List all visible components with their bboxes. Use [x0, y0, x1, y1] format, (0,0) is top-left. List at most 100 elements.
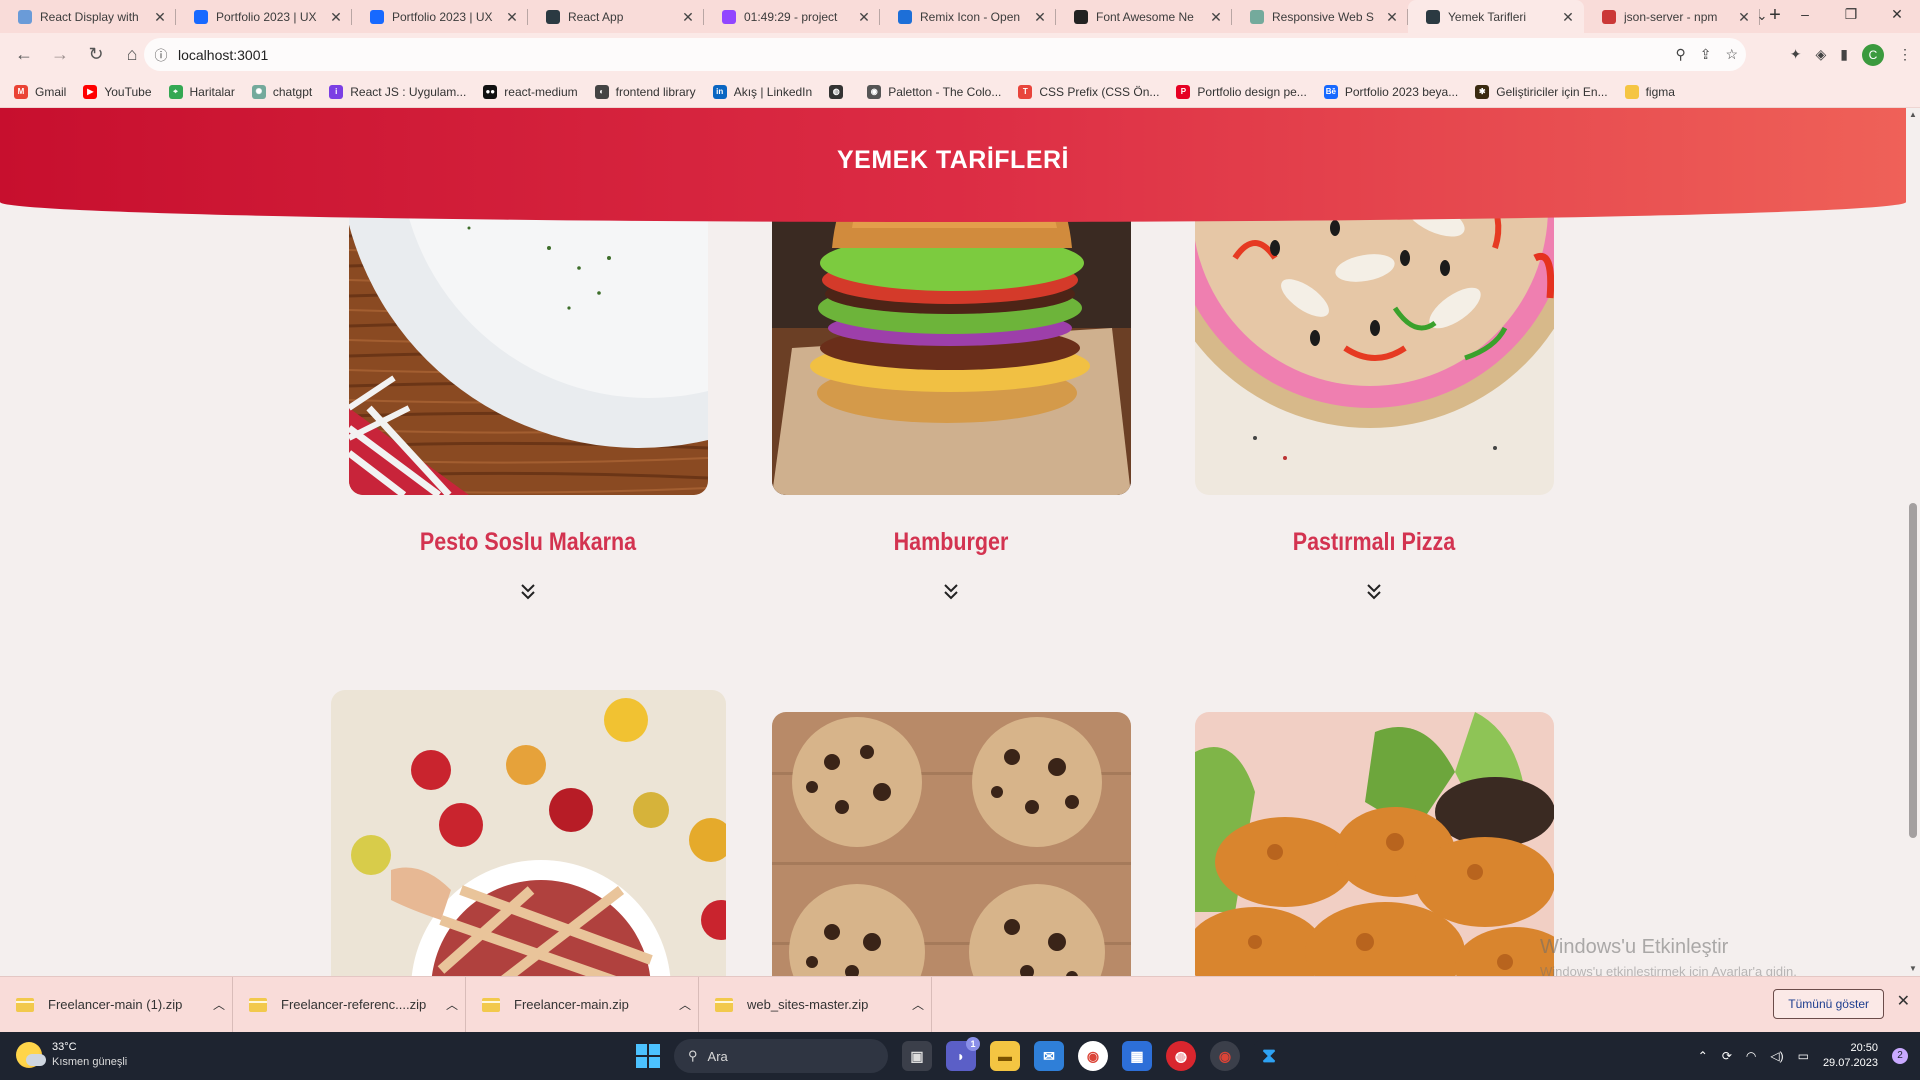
close-tab-icon[interactable]: ✕ [856, 9, 872, 25]
site-info-icon[interactable]: ⓘ [144, 45, 178, 64]
file-explorer-icon[interactable]: ▬ [990, 1041, 1020, 1071]
forward-arrow-icon[interactable]: → [44, 39, 76, 71]
recipe-image-cookies[interactable] [772, 712, 1131, 976]
notification-badge[interactable]: 2 [1892, 1048, 1908, 1064]
close-tab-icon[interactable]: ✕ [680, 9, 696, 25]
chevron-up-icon[interactable]: ︿ [905, 996, 931, 1013]
recipe-title-hamburger[interactable]: Hamburger [796, 528, 1106, 557]
bookmark-item[interactable]: ⌖ Haritalar [168, 84, 235, 99]
browser-tab[interactable]: Portfolio 2023 | UX ✕ [176, 0, 352, 33]
zoom-icon[interactable]: ⚲ [1675, 46, 1685, 63]
bookmark-item[interactable]: ●● react-medium [483, 84, 578, 99]
close-window-icon[interactable]: ✕ [1874, 0, 1920, 30]
extensions-icon[interactable]: ✦ [1790, 46, 1802, 63]
bookmark-item[interactable]: T CSS Prefix (CSS Ön... [1018, 84, 1159, 99]
bookmark-favicon-icon: ◐ [594, 84, 609, 99]
recipe-title-pizza[interactable]: Pastırmalı Pizza [1219, 528, 1529, 557]
recipe-title-pesto[interactable]: Pesto Soslu Makarna [373, 528, 683, 557]
close-tab-icon[interactable]: ✕ [1384, 9, 1400, 25]
task-view-icon[interactable]: ▣ [902, 1041, 932, 1071]
chrome-icon[interactable]: ◉ [1078, 1041, 1108, 1071]
bookmark-item[interactable]: ✱ Geliştiriciler için En... [1475, 84, 1608, 99]
weather-widget[interactable]: 33°C Kısmen güneşli [16, 1040, 127, 1070]
close-tab-icon[interactable]: ✕ [152, 9, 168, 25]
close-downloads-icon[interactable]: ✕ [1897, 991, 1910, 1011]
bookmark-item[interactable]: P Portfolio design pe... [1176, 84, 1307, 99]
browser-tab[interactable]: Font Awesome Ne ✕ [1056, 0, 1232, 33]
bookmark-favicon-icon: Bē [1323, 84, 1338, 99]
back-arrow-icon[interactable]: ← [8, 39, 40, 71]
download-item[interactable]: web_sites-master.zip ︿ [699, 976, 932, 1033]
taskbar-search[interactable]: ⚲ Ara [674, 1039, 888, 1073]
app-red-icon[interactable]: ◍ [1166, 1041, 1196, 1071]
browser-tab[interactable]: React Display with ✕ [0, 0, 176, 33]
close-tab-icon[interactable]: ✕ [1208, 9, 1224, 25]
chrome-active-icon[interactable]: ◉ [1210, 1041, 1240, 1071]
bookmark-label: Paletton - The Colo... [888, 84, 1002, 99]
bookmark-item[interactable]: in Akış | LinkedIn [712, 84, 812, 99]
battery-icon[interactable]: ▭ [1798, 1049, 1809, 1063]
menu-kebab-icon[interactable]: ⋮ [1898, 46, 1912, 63]
browser-tab[interactable]: Portfolio 2023 | UX ✕ [352, 0, 528, 33]
chevron-up-icon[interactable]: ︿ [439, 996, 465, 1013]
clock[interactable]: 20:50 29.07.2023 [1823, 1041, 1878, 1071]
chevron-up-icon[interactable]: ︿ [672, 996, 698, 1013]
download-item[interactable]: Freelancer-referenc....zip ︿ [233, 976, 466, 1033]
scroll-up-arrow-icon[interactable]: ▲ [1906, 108, 1920, 122]
sync-icon[interactable]: ⟳ [1722, 1049, 1732, 1063]
media-icon[interactable]: ◈ [1816, 46, 1827, 63]
profile-avatar[interactable]: C [1862, 43, 1884, 66]
show-all-downloads-button[interactable]: Tümünü göster [1773, 989, 1884, 1019]
react-display-favicon [18, 9, 32, 24]
browser-tab[interactable]: Yemek Tarifleri ✕ [1408, 0, 1584, 33]
bookmark-item[interactable]: ✺ chatgpt [251, 84, 312, 99]
side-panel-icon[interactable]: ▮ [1840, 46, 1848, 63]
recipe-image-fried-chicken[interactable] [1195, 712, 1554, 976]
wifi-icon[interactable]: ◠ [1746, 1049, 1756, 1063]
browser-tab[interactable]: 01:49:29 - project ✕ [704, 0, 880, 33]
scrollbar-thumb[interactable] [1909, 503, 1917, 838]
bookmark-item[interactable]: ▶ YouTube [83, 84, 152, 99]
minimize-icon[interactable]: – [1782, 0, 1828, 30]
download-item[interactable]: Freelancer-main (1).zip ︿ [0, 976, 233, 1033]
bookmark-item[interactable]: i React JS : Uygulam... [329, 84, 466, 99]
browser-tab[interactable]: Responsive Web S ✕ [1232, 0, 1408, 33]
browser-tab[interactable]: Remix Icon - Open ✕ [880, 0, 1056, 33]
close-tab-icon[interactable]: ✕ [1032, 9, 1048, 25]
bookmark-item[interactable]: ◍ [829, 84, 850, 99]
scroll-down-arrow-icon[interactable]: ▼ [1906, 962, 1920, 976]
taskbar-search-placeholder: Ara [707, 1048, 728, 1064]
clock-date: 29.07.2023 [1822, 1057, 1878, 1069]
volume-icon[interactable]: ◁) [1770, 1049, 1783, 1063]
expand-chevrons-icon[interactable] [941, 582, 961, 602]
tray-overflow-icon[interactable]: ⌃ [1698, 1049, 1708, 1063]
browser-tab[interactable]: json-server - npm ✕ [1584, 0, 1760, 33]
bookmark-item[interactable]: Bē Portfolio 2023 beya... [1323, 84, 1458, 99]
bookmark-star-icon[interactable]: ☆ [1725, 46, 1738, 63]
expand-chevrons-icon[interactable] [1364, 582, 1384, 602]
tab-search-chevron-icon[interactable]: ⌄ [1748, 4, 1776, 28]
recipe-image-apple-pie[interactable] [331, 690, 726, 976]
expand-chevrons-icon[interactable] [518, 582, 538, 602]
teams-chat-icon[interactable]: ◗ 1 [946, 1037, 980, 1071]
close-tab-icon[interactable]: ✕ [1560, 9, 1576, 25]
download-item[interactable]: Freelancer-main.zip ︿ [466, 976, 699, 1033]
share-icon[interactable]: ⇪ [1700, 46, 1712, 63]
store-icon[interactable]: ▦ [1122, 1041, 1152, 1071]
url-text[interactable]: localhost:3001 [178, 47, 268, 63]
close-tab-icon[interactable]: ✕ [328, 9, 344, 25]
reload-icon[interactable]: ↻ [80, 39, 112, 71]
page-scrollbar[interactable]: ▲ ▼ [1906, 108, 1920, 976]
address-bar[interactable]: ⓘ localhost:3001 ⚲ ⇪ ☆ [144, 38, 1746, 71]
mail-icon[interactable]: ✉ [1034, 1041, 1064, 1071]
bookmark-item[interactable]: ◉ Paletton - The Colo... [867, 84, 1002, 99]
browser-tab[interactable]: React App ✕ [528, 0, 704, 33]
vscode-icon[interactable]: ⧗ [1254, 1041, 1284, 1071]
restore-icon[interactable]: ❐ [1828, 0, 1874, 30]
bookmark-item[interactable]: M Gmail [14, 84, 66, 99]
windows-start-icon[interactable] [636, 1044, 660, 1068]
bookmark-item[interactable]: ◐ frontend library [594, 84, 696, 99]
bookmark-item[interactable]: figma [1624, 84, 1675, 99]
chevron-up-icon[interactable]: ︿ [206, 996, 232, 1013]
close-tab-icon[interactable]: ✕ [504, 9, 520, 25]
